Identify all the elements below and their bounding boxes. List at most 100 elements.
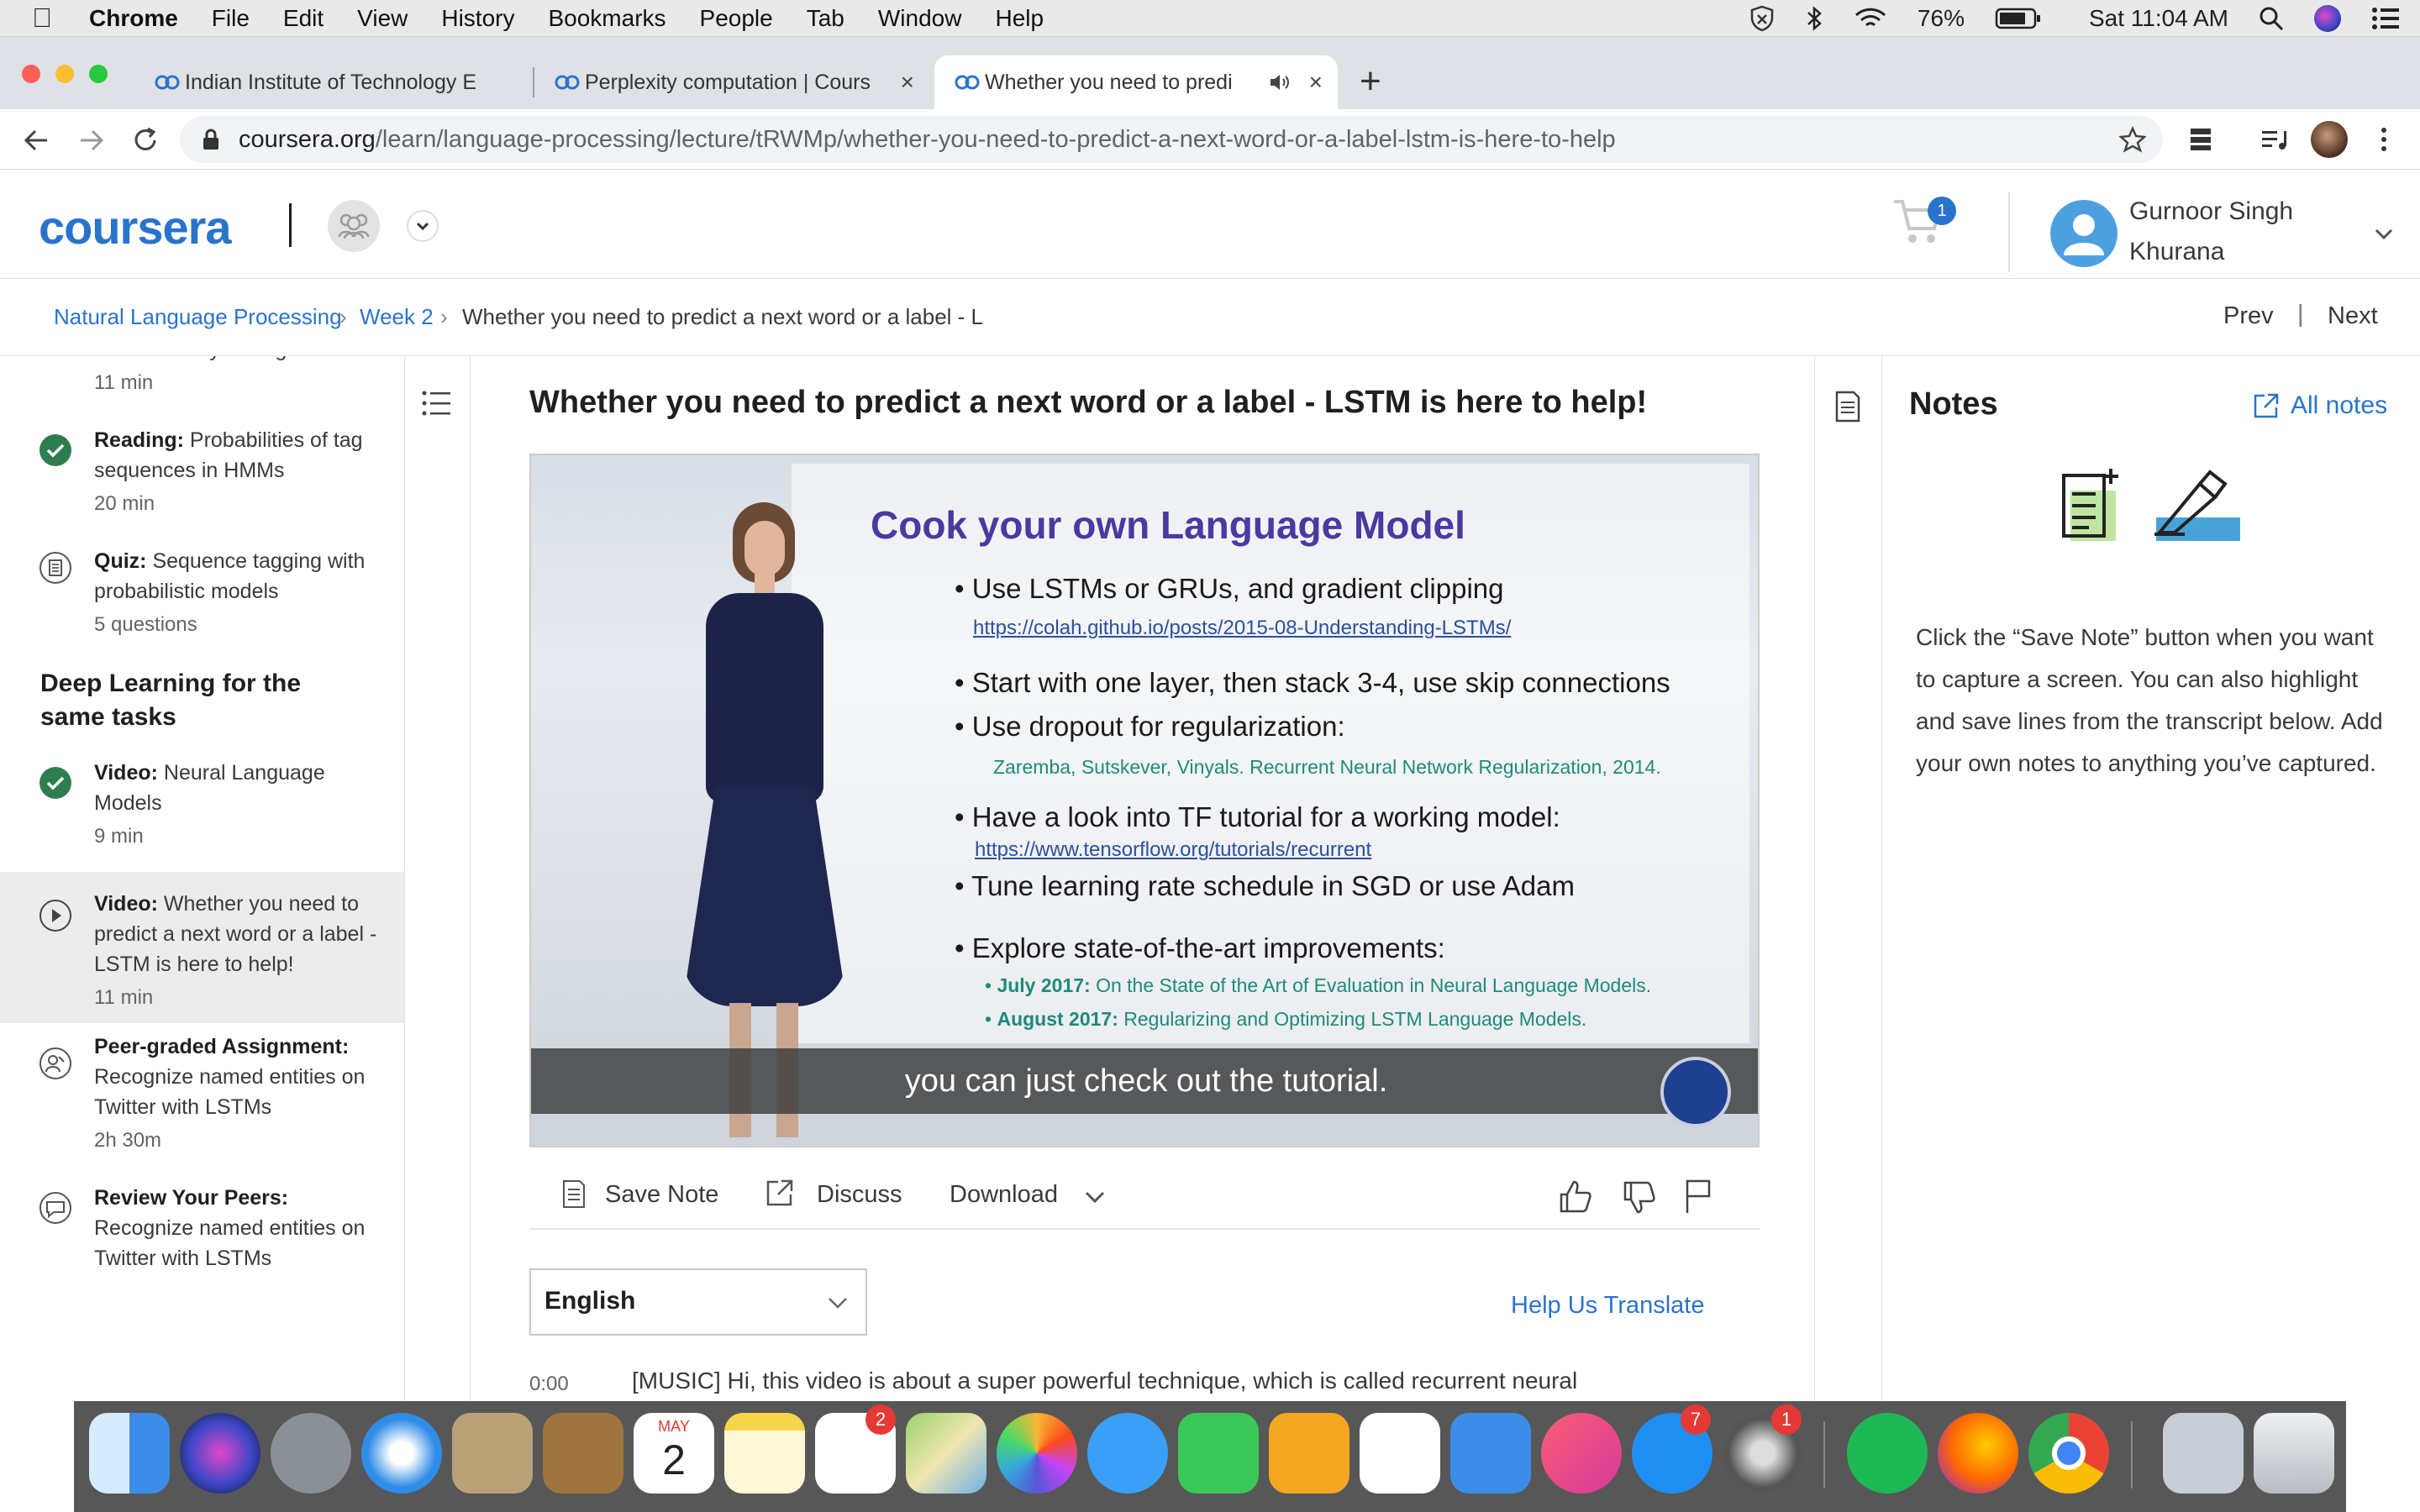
- save-note-button[interactable]: Save Note: [605, 1181, 718, 1209]
- outline-item-quiz[interactable]: Quiz: Sequence tagging with probabilisti…: [0, 546, 404, 664]
- macos-dock: MAY 2 2 7 1: [74, 1401, 2346, 1512]
- all-notes-link[interactable]: All notes: [2291, 391, 2387, 420]
- tab-title: Perplexity computation | Cours: [585, 70, 871, 94]
- back-icon[interactable]: [22, 126, 50, 155]
- bookmark-star-icon[interactable]: [2119, 126, 2146, 153]
- forward-icon[interactable]: [77, 126, 106, 155]
- outline-item-reading-hmm[interactable]: Reading: Probabilities of tag sequences …: [0, 425, 404, 543]
- notes-app-icon[interactable]: [724, 1413, 805, 1494]
- itunes-icon[interactable]: [1541, 1413, 1622, 1494]
- outline-item-peer-assignment[interactable]: Peer-graded Assignment: Recognize named …: [0, 1032, 404, 1174]
- firefox-icon[interactable]: [1938, 1413, 2018, 1494]
- bluetooth-icon[interactable]: [1805, 5, 1823, 32]
- menu-people[interactable]: People: [700, 5, 773, 32]
- spotify-icon[interactable]: [1847, 1413, 1928, 1494]
- chevron-down-icon[interactable]: [2371, 222, 2396, 247]
- photos-icon[interactable]: [997, 1413, 1077, 1494]
- mail-icon[interactable]: [452, 1413, 533, 1494]
- close-tab-icon[interactable]: ×: [1309, 69, 1323, 96]
- keynote-icon[interactable]: [1450, 1413, 1531, 1494]
- transcript-line[interactable]: 0:00 [MUSIC] Hi, this video is about a s…: [529, 1368, 1577, 1396]
- contacts-icon[interactable]: [543, 1413, 623, 1494]
- breadcrumb-week-link[interactable]: Week 2: [360, 304, 434, 330]
- tab-current-lecture[interactable]: Whether you need to predi ×: [934, 55, 1338, 109]
- menu-bookmarks[interactable]: Bookmarks: [548, 5, 666, 32]
- transcript-timestamp[interactable]: 0:00: [529, 1373, 569, 1395]
- dock-separator: [2131, 1421, 2133, 1488]
- menu-view[interactable]: View: [357, 5, 408, 32]
- messages-icon[interactable]: [1087, 1413, 1168, 1494]
- menu-file[interactable]: File: [212, 5, 250, 32]
- user-name[interactable]: Gurnoor Singh Khurana: [2129, 192, 2293, 272]
- notification-center-icon[interactable]: [2371, 7, 2400, 30]
- close-window-button[interactable]: [22, 65, 40, 83]
- transcript-text[interactable]: [MUSIC] Hi, this video is about a super …: [632, 1368, 1577, 1394]
- pages-icon[interactable]: [1269, 1413, 1349, 1494]
- audio-playing-icon[interactable]: [1269, 72, 1291, 92]
- next-button[interactable]: Next: [2328, 302, 2378, 330]
- groups-icon[interactable]: [328, 200, 380, 252]
- safari-icon[interactable]: [361, 1413, 442, 1494]
- extension-stack-icon[interactable]: [2188, 126, 2213, 153]
- prev-button[interactable]: Prev: [2223, 302, 2274, 330]
- apple-icon[interactable]: : [32, 3, 52, 34]
- trash-icon[interactable]: [2254, 1413, 2334, 1494]
- groups-dropdown-button[interactable]: [407, 210, 439, 242]
- external-link-icon[interactable]: [2252, 391, 2281, 420]
- downloads-stack-icon[interactable]: [2163, 1413, 2244, 1494]
- outline-item-video-current[interactable]: Video: Whether you need to predict a nex…: [0, 872, 404, 1023]
- menu-window[interactable]: Window: [878, 5, 962, 32]
- facetime-icon[interactable]: [1178, 1413, 1259, 1494]
- user-avatar[interactable]: [2050, 200, 2118, 267]
- lock-icon[interactable]: [202, 128, 220, 151]
- reload-icon[interactable]: [131, 126, 160, 155]
- transcript-language-select[interactable]: English: [529, 1268, 867, 1336]
- download-button[interactable]: Download: [950, 1181, 1058, 1209]
- tab-perplexity[interactable]: Perplexity computation | Cours ×: [534, 55, 929, 109]
- breadcrumb-course-link[interactable]: Natural Language Processing: [54, 304, 342, 330]
- thumbs-down-icon[interactable]: [1620, 1179, 1657, 1216]
- new-tab-button[interactable]: +: [1360, 60, 1381, 102]
- launchpad-icon[interactable]: [271, 1413, 351, 1494]
- notes-page-icon[interactable]: [1833, 390, 1862, 423]
- video-player[interactable]: Cook your own Language Model • Use LSTMs…: [529, 454, 1760, 1147]
- outline-item-review-peers[interactable]: Review Your Peers: Recognize named entit…: [0, 1183, 404, 1300]
- menu-history[interactable]: History: [441, 5, 514, 32]
- menu-edit[interactable]: Edit: [283, 5, 324, 32]
- siri-icon[interactable]: [2314, 5, 2341, 32]
- coursera-logo[interactable]: coursera: [39, 200, 232, 255]
- close-tab-icon[interactable]: ×: [901, 69, 914, 96]
- shield-icon[interactable]: [1749, 5, 1775, 32]
- spotlight-icon[interactable]: [2259, 6, 2284, 31]
- menu-help[interactable]: Help: [995, 5, 1044, 32]
- flag-icon[interactable]: [1682, 1178, 1716, 1215]
- list-menu-icon[interactable]: [420, 386, 454, 420]
- battery-percent[interactable]: 76%: [1918, 5, 1965, 32]
- wifi-icon[interactable]: [1854, 6, 1887, 31]
- minimize-window-button[interactable]: [55, 65, 74, 83]
- address-bar[interactable]: coursera.org/learn/language-processing/l…: [180, 116, 2163, 163]
- outline-item-meta: 20 min: [94, 492, 155, 515]
- outline-item-named-entity[interactable]: Named Entity Recognition 11 min: [0, 356, 404, 427]
- outline-item-video-nlm[interactable]: Video: Neural Language Models 9 min: [0, 758, 404, 867]
- outline-item-type: Reading:: [94, 428, 184, 452]
- tab-iit[interactable]: Indian Institute of Technology E: [134, 55, 529, 109]
- discuss-button[interactable]: Discuss: [817, 1181, 902, 1209]
- chrome-menu-icon[interactable]: [2380, 126, 2388, 153]
- menubar-clock[interactable]: Sat 11:04 AM: [2089, 5, 2228, 32]
- menu-tab[interactable]: Tab: [807, 5, 844, 32]
- siri-app-icon[interactable]: [180, 1413, 260, 1494]
- chevron-down-icon[interactable]: [1082, 1184, 1107, 1210]
- profile-avatar[interactable]: [2311, 121, 2348, 158]
- zoom-window-button[interactable]: [89, 65, 108, 83]
- menu-chrome[interactable]: Chrome: [89, 5, 178, 32]
- media-controls-icon[interactable]: [2260, 126, 2289, 153]
- maps-icon[interactable]: [906, 1413, 986, 1494]
- help-us-translate-link[interactable]: Help Us Translate: [1511, 1292, 1705, 1320]
- chrome-icon[interactable]: [2028, 1413, 2109, 1494]
- battery-icon[interactable]: [1995, 7, 2042, 30]
- numbers-icon[interactable]: [1360, 1413, 1440, 1494]
- thumbs-up-icon[interactable]: [1556, 1178, 1593, 1215]
- finder-icon[interactable]: [89, 1413, 170, 1494]
- calendar-icon[interactable]: MAY 2: [634, 1413, 714, 1494]
